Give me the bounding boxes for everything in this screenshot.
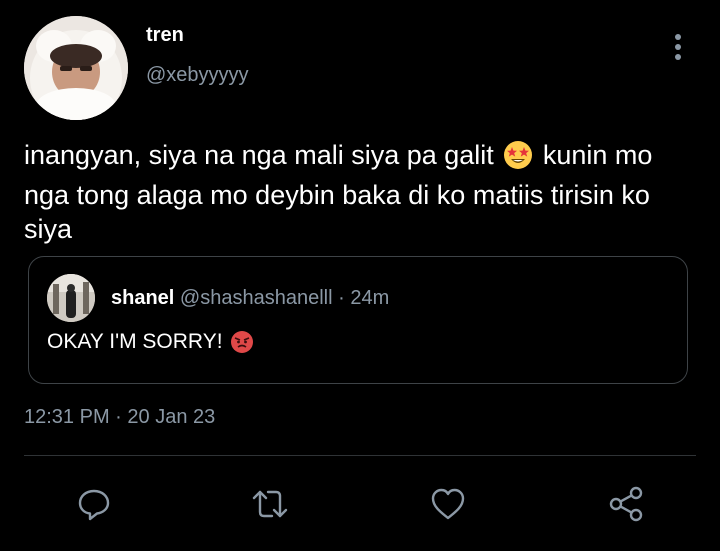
timestamp-time: 12:31 PM: [24, 406, 110, 428]
star-struck-emoji-icon: [503, 140, 533, 178]
quoted-author-avatar[interactable]: [47, 274, 95, 322]
divider: [24, 455, 696, 456]
timestamp-separator: ·: [115, 406, 122, 428]
angry-face-emoji-icon: [230, 330, 254, 360]
more-options-icon[interactable]: [668, 34, 688, 68]
timestamp-date: 20 Jan 23: [127, 406, 216, 428]
reply-icon[interactable]: [74, 484, 114, 524]
quoted-author-name[interactable]: shanel: [111, 287, 174, 309]
like-icon[interactable]: [428, 484, 468, 524]
tweet-text: inangyan, siya na nga mali siya pa galit…: [24, 138, 684, 246]
quoted-tweet[interactable]: shanel @shashashanelll · 24m OKAY I'M SO…: [28, 256, 688, 384]
share-icon[interactable]: [606, 484, 646, 524]
author-avatar[interactable]: [24, 16, 128, 120]
author-name[interactable]: tren: [146, 24, 184, 47]
quoted-time: 24m: [350, 287, 390, 309]
author-handle[interactable]: @xebyyyyy: [146, 64, 249, 87]
quoted-meta: shanel @shashashanelll · 24m: [111, 287, 389, 310]
quoted-text-row: OKAY I'M SORRY!: [47, 330, 256, 360]
quoted-separator: ·: [338, 287, 345, 309]
quoted-author-handle[interactable]: @shashashanelll: [180, 287, 333, 309]
tweet-text-part-1: inangyan, siya na nga mali siya pa galit: [24, 140, 494, 170]
tweet-timestamp[interactable]: 12:31 PM · 20 Jan 23: [24, 406, 215, 429]
retweet-icon[interactable]: [250, 484, 290, 524]
quoted-text: OKAY I'M SORRY!: [47, 330, 223, 353]
